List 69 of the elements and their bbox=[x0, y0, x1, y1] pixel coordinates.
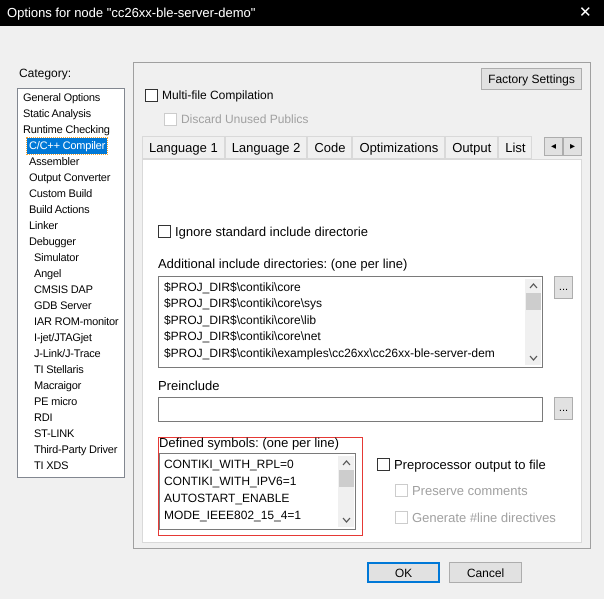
defined-symbols-field[interactable]: CONTIKI_WITH_RPL=0 CONTIKI_WITH_IPV6=1 AUTOSTART_ENABLE MODE_IEEE802_15_4=1 bbox=[159, 452, 356, 530]
dialog-button[interactable]: OK bbox=[367, 562, 440, 583]
factory-settings-button[interactable]: Factory Settings bbox=[481, 68, 582, 90]
browse-button[interactable]: ... bbox=[554, 396, 573, 420]
category-list[interactable] bbox=[17, 88, 125, 478]
dialog-button[interactable]: Cancel bbox=[449, 562, 522, 583]
category-item[interactable]: TI Stellaris bbox=[32, 362, 86, 378]
preinclude-field[interactable] bbox=[158, 396, 543, 422]
defined-symbol-line: CONTIKI_WITH_RPL=0 bbox=[164, 456, 295, 472]
category-item[interactable]: J-Link/J-Trace bbox=[32, 346, 102, 362]
category-item[interactable]: Custom Build bbox=[27, 186, 94, 202]
category-item[interactable]: PE micro bbox=[32, 394, 80, 410]
include-directory-line: $PROJ_DIR$\contiki\core\lib bbox=[164, 312, 318, 328]
category-item[interactable]: Build Actions bbox=[27, 202, 92, 218]
scrollbar[interactable] bbox=[338, 456, 354, 526]
checkbox-label: Preprocessor output to file bbox=[394, 456, 546, 474]
category-item[interactable]: IAR ROM-monitor bbox=[32, 314, 120, 330]
category-item[interactable]: Output Converter bbox=[27, 170, 112, 186]
category-item[interactable]: I-jet/JTAGjet bbox=[32, 330, 94, 346]
tab[interactable]: Language 1 bbox=[142, 136, 225, 159]
category-label: Category: bbox=[19, 66, 72, 80]
checkbox-label: Preserve comments bbox=[412, 482, 528, 500]
window-title: Options for node "cc26xx-ble-server-demo" bbox=[7, 4, 256, 22]
category-item[interactable]: Linker bbox=[27, 218, 60, 234]
category-item[interactable]: Debugger bbox=[27, 234, 78, 250]
category-item[interactable]: General Options bbox=[21, 90, 102, 106]
tab[interactable]: Output bbox=[445, 136, 498, 159]
scrollbar[interactable] bbox=[525, 278, 541, 364]
checkbox-label: Multi-file Compilation bbox=[162, 87, 274, 104]
include-directories-label: Additional include directories: (one per line) bbox=[158, 256, 408, 272]
include-directory-line: $PROJ_DIR$\contiki\examples\cc26xx\cc26xx-ble-server-dem bbox=[164, 344, 496, 361]
include-directory-line: $PROJ_DIR$\contiki\core\net bbox=[164, 328, 322, 344]
defined-symbol-line: CONTIKI_WITH_IPV6=1 bbox=[164, 472, 298, 490]
tab-scroll-button[interactable]: ▸ bbox=[563, 137, 582, 156]
category-item[interactable]: RDI bbox=[32, 410, 54, 426]
tab-scroll-button[interactable]: ◂ bbox=[544, 137, 563, 156]
category-item[interactable]: Simulator bbox=[32, 250, 81, 266]
category-item[interactable]: Static Analysis bbox=[21, 106, 93, 122]
category-item[interactable]: Runtime Checking bbox=[21, 122, 112, 138]
category-item[interactable]: ST-LINK bbox=[32, 426, 76, 442]
scroll-thumb[interactable] bbox=[526, 292, 540, 310]
category-item[interactable]: Angel bbox=[32, 266, 64, 282]
defined-symbols-label: Defined symbols: (one per line) bbox=[159, 436, 340, 450]
checkbox[interactable] bbox=[377, 458, 390, 471]
category-item[interactable]: Assembler bbox=[27, 154, 82, 170]
category-item[interactable]: C/C++ Compiler bbox=[27, 138, 108, 154]
category-item[interactable]: TI XDS bbox=[32, 458, 70, 474]
include-directory-line: $PROJ_DIR$\contiki\core bbox=[164, 278, 302, 295]
tab[interactable]: Code bbox=[307, 136, 352, 159]
tab[interactable]: List bbox=[498, 136, 532, 159]
defined-symbol-line: MODE_IEEE802_15_4=1 bbox=[164, 506, 302, 524]
tab[interactable]: Language 2 bbox=[224, 136, 308, 159]
checkbox[interactable] bbox=[145, 88, 158, 102]
tab[interactable]: Optimizations bbox=[352, 136, 446, 159]
category-item[interactable]: CMSIS DAP bbox=[32, 282, 95, 298]
category-item[interactable]: GDB Server bbox=[32, 298, 94, 314]
scroll-thumb[interactable] bbox=[338, 470, 354, 486]
checkbox-label: Discard Unused Publics bbox=[181, 111, 308, 128]
checkbox[interactable] bbox=[158, 225, 171, 238]
preinclude-label: Preinclude bbox=[158, 378, 220, 394]
category-item[interactable]: Macraigor bbox=[32, 378, 84, 394]
include-directories-field[interactable]: $PROJ_DIR$\contiki\core $PROJ_DIR$\contiki\core\sys $PROJ_DIR$\contiki\core\lib $PROJ_DIR$\contiki\core\net $PROJ_DIR$\contiki\examples\cc26xx\cc26xx-ble-server-dem bbox=[158, 276, 543, 368]
include-directory-line: $PROJ_DIR$\contiki\core\sys bbox=[164, 295, 324, 312]
browse-button[interactable]: ... bbox=[554, 276, 573, 298]
category-item[interactable]: Third-Party Driver bbox=[32, 442, 120, 458]
defined-symbol-line: AUTOSTART_ENABLE bbox=[164, 490, 290, 506]
checkbox-label: Generate #line directives bbox=[412, 508, 556, 526]
checkbox-label: Ignore standard include directorie bbox=[175, 223, 368, 241]
close-button[interactable]: ✕ bbox=[579, 2, 592, 24]
